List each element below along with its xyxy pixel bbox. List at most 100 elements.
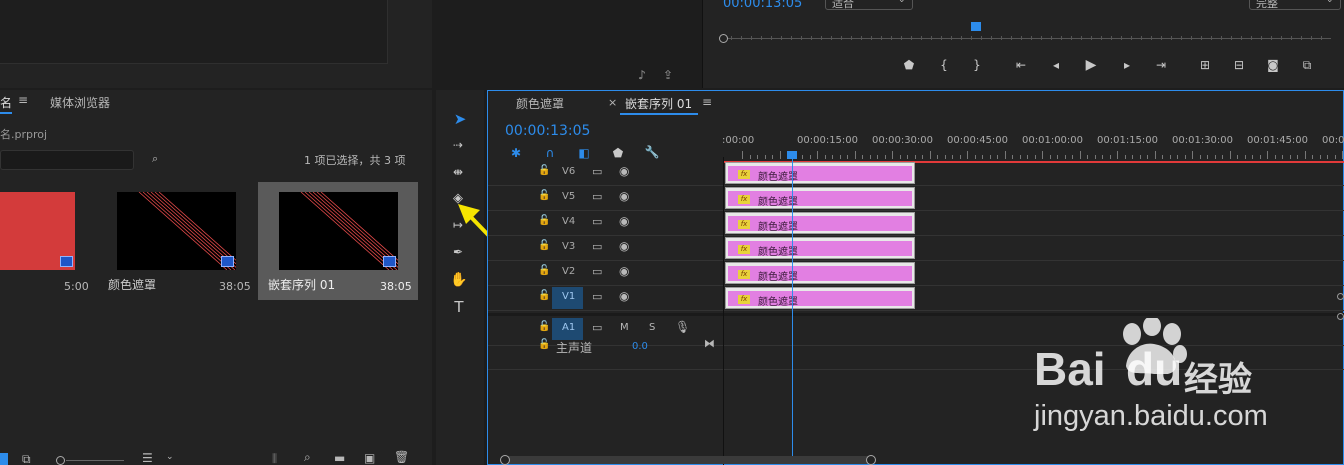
timeline-timecode[interactable]: 00:00:13:05 <box>505 123 590 139</box>
scrubber-tick <box>1261 36 1262 40</box>
lock-icon[interactable]: 🔓 <box>538 240 550 251</box>
scrollbar-left-handle[interactable] <box>500 455 510 465</box>
sync-lock-icon[interactable]: ▭ <box>592 290 602 303</box>
video-track-v2[interactable]: 🔓 V2 ▭ ◉ fx 颜色遮罩 <box>488 261 1344 286</box>
lock-icon[interactable]: 🔓 <box>538 290 550 301</box>
go-to-out-icon[interactable]: ⇥ <box>1153 58 1169 72</box>
list-view-icon[interactable] <box>0 453 8 465</box>
sync-lock-icon[interactable]: ▭ <box>592 165 602 178</box>
program-scrubber[interactable] <box>719 34 1331 43</box>
timeline-clip[interactable]: fx 颜色遮罩 <box>725 287 915 309</box>
go-to-end-icon[interactable]: ⧓ <box>704 337 715 350</box>
sync-lock-icon[interactable]: ▭ <box>592 321 602 334</box>
lock-icon[interactable]: 🔓 <box>538 321 550 332</box>
sync-lock-icon[interactable]: ▭ <box>592 190 602 203</box>
find-icon[interactable]: ⌕ <box>152 152 158 166</box>
automate-icon[interactable]: ⫼ <box>272 452 277 465</box>
lock-icon[interactable]: 🔓 <box>538 339 550 350</box>
lock-icon[interactable]: 🔓 <box>538 215 550 226</box>
vertical-zoom-handle[interactable] <box>1337 313 1344 320</box>
video-track-v1[interactable]: 🔓 V1 ▭ ◉ fx 颜色遮罩 <box>488 286 1344 311</box>
tab-media-browser[interactable]: 媒体浏览器 <box>50 94 110 111</box>
vertical-zoom-handle[interactable] <box>1337 293 1344 300</box>
project-item-selected[interactable]: 嵌套序列 01 38:05 <box>258 182 418 300</box>
go-to-in-icon[interactable]: ⇤ <box>1013 58 1029 72</box>
quality-dropdown[interactable]: 完整 ⌄ <box>1249 0 1341 10</box>
chevron-down-icon[interactable]: ⌄ <box>166 452 174 462</box>
project-item[interactable]: 颜色遮罩 38:05 <box>98 182 255 300</box>
scrubber-tick <box>981 36 982 40</box>
program-playhead[interactable] <box>971 22 982 31</box>
eye-icon[interactable]: ◉ <box>619 189 629 203</box>
scrubber-tick <box>951 36 952 40</box>
panel-menu-icon[interactable]: ≡ <box>18 93 28 107</box>
master-volume-value[interactable]: 0.0 <box>632 341 648 352</box>
ruler-label: 00:01:30:00 <box>1172 135 1234 146</box>
compare-icon[interactable]: ⧉ <box>1299 58 1315 73</box>
lock-icon[interactable]: 🔓 <box>538 265 550 276</box>
eye-icon[interactable]: ◉ <box>619 264 629 278</box>
sync-lock-icon[interactable]: ▭ <box>592 215 602 228</box>
marker-icon[interactable]: ⬟ <box>901 58 917 72</box>
source-export-icon[interactable]: ⇪ <box>660 68 676 82</box>
scrubber-tick <box>1251 36 1252 40</box>
extract-icon[interactable]: ⊟ <box>1231 58 1247 72</box>
video-track-v5[interactable]: 🔓 V5 ▭ ◉ fx 颜色遮罩 <box>488 186 1344 211</box>
sync-lock-icon[interactable]: ▭ <box>592 240 602 253</box>
horizontal-scrollbar[interactable] <box>500 455 876 465</box>
selection-tool-icon[interactable]: ➤ <box>452 110 468 128</box>
source-audio-icon[interactable]: ♪ <box>634 68 650 82</box>
search-input[interactable] <box>0 150 134 170</box>
eye-icon[interactable]: ◉ <box>619 239 629 253</box>
step-forward-icon[interactable]: ▸ <box>1119 58 1135 72</box>
tab-nested-sequence[interactable]: 嵌套序列 01 <box>625 95 692 112</box>
timeline-clip[interactable]: fx 颜色遮罩 <box>725 262 915 284</box>
eye-icon[interactable]: ◉ <box>619 289 629 303</box>
mute-button[interactable]: M <box>620 322 629 333</box>
mark-out-icon[interactable]: } <box>969 58 985 72</box>
solo-button[interactable]: S <box>649 322 655 333</box>
lock-icon[interactable]: 🔓 <box>538 165 550 176</box>
zoom-slider[interactable] <box>66 460 124 461</box>
video-track-v4[interactable]: 🔓 V4 ▭ ◉ fx 颜色遮罩 <box>488 211 1344 236</box>
new-bin-icon[interactable]: ▬ <box>334 451 345 465</box>
close-tab-icon[interactable]: × <box>608 96 617 109</box>
video-track-v3[interactable]: 🔓 V3 ▭ ◉ fx 颜色遮罩 <box>488 236 1344 261</box>
track-name: V4 <box>562 216 576 227</box>
program-timecode[interactable]: 00:00:13:05 <box>723 0 802 11</box>
track-select-tool-icon[interactable]: ⇢ <box>450 138 466 152</box>
sync-lock-icon[interactable]: ▭ <box>592 265 602 278</box>
video-track-v6[interactable]: 🔓 V6 ▭ ◉ fx 颜色遮罩 <box>488 161 1344 186</box>
microphone-icon[interactable]: 🎙 <box>675 320 690 334</box>
lock-icon[interactable]: 🔓 <box>538 190 550 201</box>
project-item[interactable]: 5:00 <box>0 182 95 300</box>
mark-in-icon[interactable]: { <box>936 58 952 72</box>
lift-icon[interactable]: ⊞ <box>1197 58 1213 72</box>
trash-icon[interactable]: 🗑 <box>394 450 409 464</box>
timeline-clip[interactable]: fx 颜色遮罩 <box>725 237 915 259</box>
zoom-dropdown[interactable]: 适合 ⌄ <box>825 0 913 10</box>
icon-view-icon[interactable]: ⧉ <box>22 452 31 465</box>
eye-icon[interactable]: ◉ <box>619 214 629 228</box>
timeline-clip[interactable]: fx 颜色遮罩 <box>725 187 915 209</box>
tab-project[interactable]: 名 <box>0 94 12 111</box>
clip-type-icon <box>221 256 234 267</box>
scrubber-tick <box>801 36 802 40</box>
play-icon[interactable]: ▶ <box>1083 57 1099 73</box>
scrubber-start-handle[interactable] <box>719 34 728 43</box>
sort-icon[interactable]: ☰ <box>142 451 153 465</box>
step-back-icon[interactable]: ◂ <box>1048 58 1064 72</box>
camera-icon[interactable]: ◙ <box>1265 58 1281 72</box>
tab-color-matte[interactable]: 颜色遮罩 <box>516 95 564 112</box>
new-item-icon[interactable]: ▣ <box>364 451 375 465</box>
type-tool-icon[interactable]: T <box>451 298 467 316</box>
scrubber-tick <box>1211 36 1212 40</box>
eye-icon[interactable]: ◉ <box>619 164 629 178</box>
search-icon[interactable]: ⌕ <box>304 450 311 465</box>
timeline-clip[interactable]: fx 颜色遮罩 <box>725 212 915 234</box>
ripple-edit-tool-icon[interactable]: ⇼ <box>450 165 466 179</box>
panel-menu-icon[interactable]: ≡ <box>702 95 712 109</box>
timeline-clip[interactable]: fx 颜色遮罩 <box>725 162 915 184</box>
zoom-slider-handle[interactable] <box>56 456 65 465</box>
scrollbar-right-handle[interactable] <box>866 455 876 465</box>
